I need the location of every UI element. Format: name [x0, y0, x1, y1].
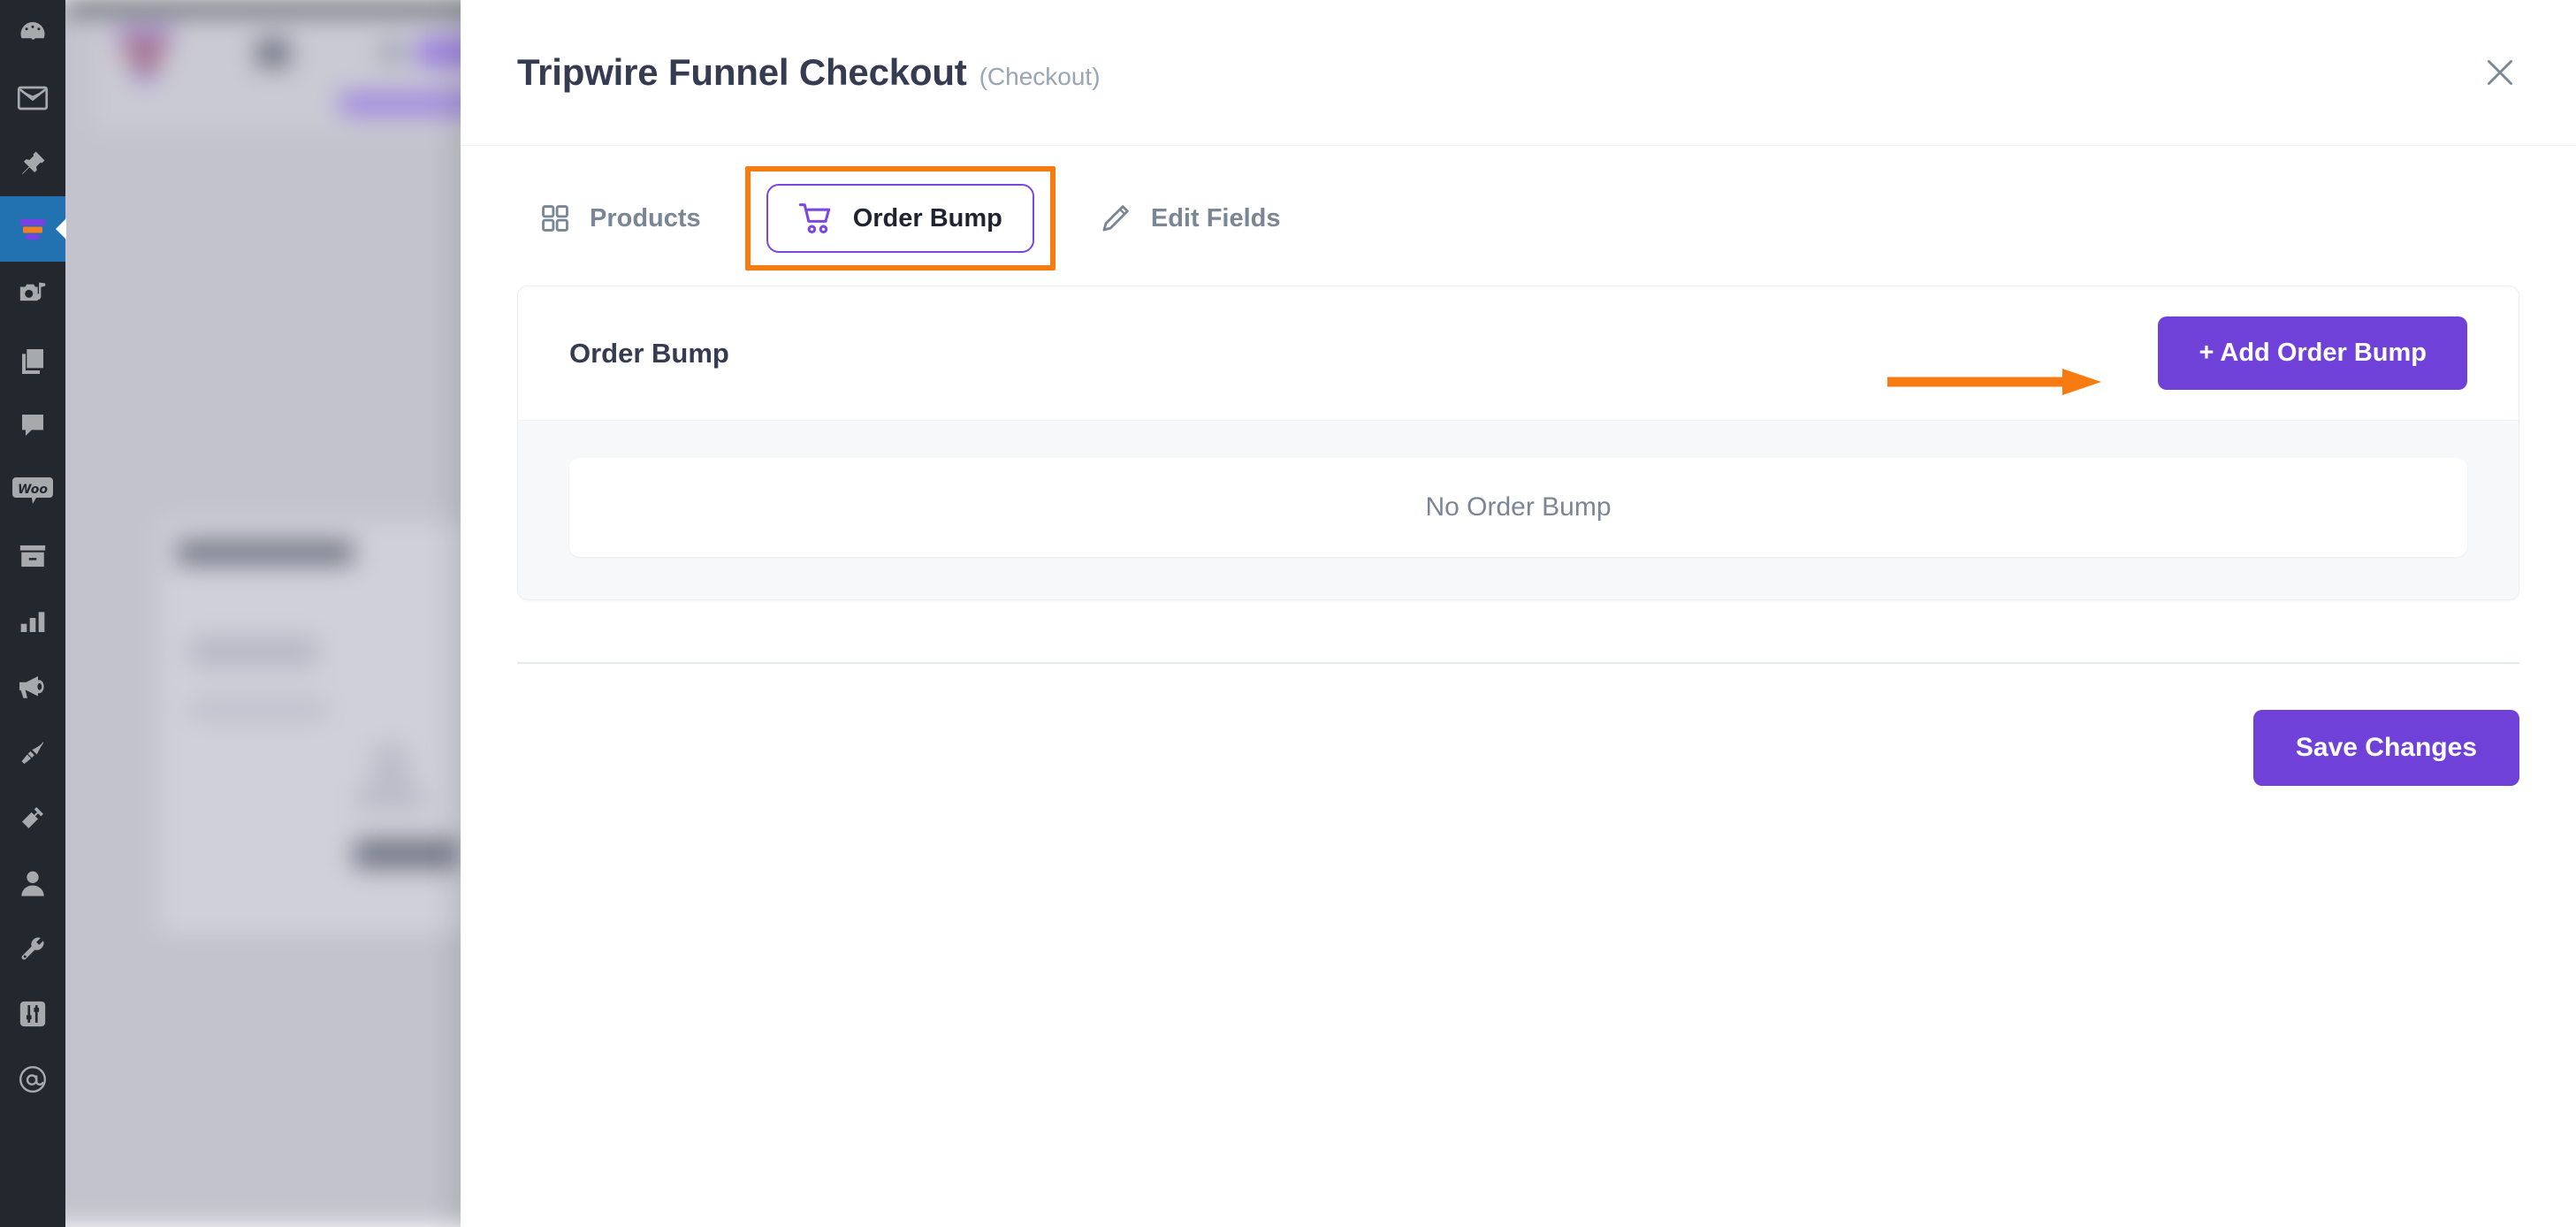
page-title: Tripwire Funnel Checkout (Checkout)	[517, 51, 1101, 94]
archive-box-icon	[19, 545, 46, 568]
modal-footer: Save Changes	[517, 664, 2519, 786]
funnel-icon	[20, 219, 45, 240]
chat-bubble-icon	[22, 415, 43, 436]
sidebar-item-funnels[interactable]	[0, 196, 65, 262]
order-bump-card-body: No Order Bump	[518, 421, 2519, 599]
sidebar-item-marketing[interactable]	[0, 654, 65, 720]
modal-subtitle-text: (Checkout)	[979, 63, 1101, 90]
email-icon	[17, 86, 49, 111]
woo-icon: Woo	[12, 477, 53, 504]
order-bump-empty-text: No Order Bump	[1425, 492, 1612, 522]
screen-root: Woo Tripwire Funnel Checkout (Checkout) …	[0, 0, 2576, 1227]
close-button[interactable]	[2473, 46, 2526, 99]
pin-icon	[22, 151, 45, 174]
camera-music-icon	[19, 282, 46, 301]
modal-header: Tripwire Funnel Checkout (Checkout)	[461, 0, 2576, 146]
sidebar-item-analytics[interactable]	[0, 589, 65, 654]
sidebar-item-woocommerce[interactable]: Woo	[0, 458, 65, 523]
sidebar-item-settings[interactable]	[0, 981, 65, 1047]
tab-products[interactable]: Products	[517, 187, 724, 249]
copy-pages-icon	[22, 349, 43, 374]
paintbrush-icon	[21, 741, 44, 765]
sidebar-item-comments[interactable]	[0, 392, 65, 458]
plug-icon	[22, 807, 43, 828]
order-bump-empty-state: No Order Bump	[569, 458, 2467, 557]
sidebar-item-media[interactable]	[0, 262, 65, 327]
order-bump-card-title: Order Bump	[569, 337, 729, 369]
tab-edit-fields[interactable]: Edit Fields	[1077, 187, 1304, 250]
svg-text:Woo: Woo	[18, 483, 48, 497]
bar-chart-icon	[20, 612, 45, 632]
order-bump-card-header: Order Bump + Add Order Bump	[518, 286, 2519, 421]
tab-order-bump[interactable]: Order Bump	[766, 184, 1034, 253]
tab-products-label: Products	[590, 203, 701, 232]
pencil-icon	[1102, 205, 1129, 232]
user-icon	[21, 871, 44, 896]
dashboard-icon	[20, 22, 45, 40]
wrench-icon	[21, 937, 44, 960]
checkout-settings-modal: Tripwire Funnel Checkout (Checkout) Prod…	[461, 0, 2576, 1227]
modal-body: Order Bump + Add Order Bump No Order Bum…	[461, 270, 2576, 1227]
sidebar-item-tools[interactable]	[0, 916, 65, 981]
sidebar-item-mail[interactable]	[0, 1047, 65, 1112]
sidebar-item-archive[interactable]	[0, 523, 65, 589]
tab-edit-fields-label: Edit Fields	[1150, 203, 1281, 232]
tab-order-bump-label: Order Bump	[852, 203, 1002, 232]
megaphone-icon	[19, 676, 44, 698]
modal-tabs: Products Order Bump Edit Fields	[461, 146, 2576, 271]
order-bump-card: Order Bump + Add Order Bump No Order Bum…	[517, 286, 2519, 600]
at-sign-icon	[19, 1066, 46, 1093]
cart-icon	[798, 203, 830, 234]
sidebar-item-appearance[interactable]	[0, 720, 65, 785]
save-changes-button[interactable]: Save Changes	[2252, 710, 2519, 786]
close-icon	[2488, 60, 2512, 85]
modal-title-text: Tripwire Funnel Checkout	[517, 51, 967, 93]
grid-icon	[542, 205, 568, 232]
sliders-icon	[19, 1001, 46, 1027]
sidebar-item-dashboard[interactable]	[0, 0, 65, 65]
sidebar-item-email[interactable]	[0, 65, 65, 131]
admin-sidebar-rail: Woo	[0, 0, 65, 1227]
tab-order-bump-highlight-annotation: Order Bump	[744, 166, 1056, 271]
add-order-bump-button[interactable]: + Add Order Bump	[2158, 316, 2467, 390]
sidebar-item-plugins[interactable]	[0, 785, 65, 850]
sidebar-item-pin[interactable]	[0, 131, 65, 196]
sidebar-item-users[interactable]	[0, 850, 65, 916]
sidebar-item-pages[interactable]	[0, 327, 65, 392]
